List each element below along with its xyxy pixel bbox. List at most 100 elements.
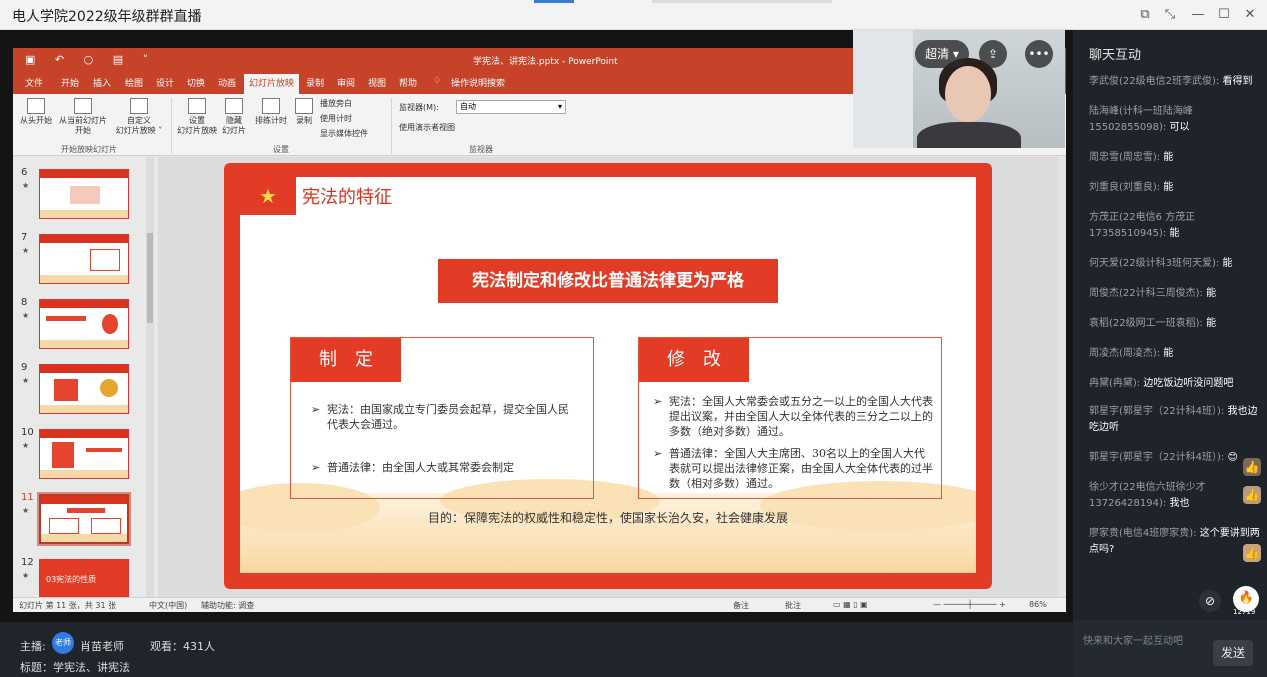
thumbs-up-icon: 👍: [1243, 486, 1261, 504]
link-icon[interactable]: ⊘: [1199, 590, 1221, 612]
quality-selector[interactable]: 超清 ▾: [915, 40, 969, 68]
chat-toolbar: ⊘ 🔥 12719: [1073, 582, 1267, 618]
from-beginning-button[interactable]: 从头开始: [17, 98, 55, 126]
record-icon: [295, 98, 313, 114]
chat-text: 能: [1163, 152, 1174, 163]
setup-slideshow-button[interactable]: 设置 幻灯片放映: [175, 98, 219, 136]
ppt-tab-slideshow[interactable]: 幻灯片放映: [244, 74, 300, 94]
slide-thumbnail-10[interactable]: [39, 429, 129, 479]
live-video-stage: ▣ ↶ ○ ▤ ˅ 学宪法、讲宪法.pptx - PowerPoint 文件 开…: [0, 30, 1073, 622]
slideshow-icon: [27, 98, 45, 114]
chat-input-placeholder[interactable]: 快来和大家一起互动吧: [1083, 632, 1183, 647]
chat-message: 李武俊(22级电信2班李武俊): 看得到: [1089, 74, 1261, 90]
rehearse-timings-button[interactable]: 排练计时: [253, 98, 289, 126]
ppt-tab-home[interactable]: 开始: [61, 76, 79, 89]
slide-thumbnail-9[interactable]: [39, 364, 129, 414]
close-button[interactable]: ✕: [1240, 5, 1260, 25]
rehearse-label: 排练计时: [255, 116, 287, 125]
ppt-tab-file[interactable]: 文件: [25, 76, 43, 89]
enactment-item-1-text: 宪法：由国家成立专门委员会起草，提交全国人民代表大会通过。: [327, 403, 569, 431]
thumb-star: ★: [22, 311, 30, 320]
ppt-tab-review[interactable]: 审阅: [337, 76, 355, 89]
notes-button[interactable]: 备注: [733, 600, 749, 611]
chat-panel: 聊天互动 李武俊(22级电信2班李武俊): 看得到 陆海峰(计科一班陆海峰155…: [1073, 30, 1267, 677]
play-narrations-checkbox[interactable]: ✓播放旁白: [320, 98, 352, 266]
chat-message: 何天爱(22级计科3班何天爱): 能: [1089, 256, 1261, 272]
zoom-level[interactable]: 86%: [1029, 600, 1047, 609]
minimize-button[interactable]: —: [1188, 5, 1208, 25]
zoom-slider[interactable]: — ─────┼───── +: [933, 600, 1006, 609]
ppt-tab-insert[interactable]: 插入: [93, 76, 111, 89]
slide-thumbnail-8[interactable]: [39, 299, 129, 349]
chat-user: 李武俊(22级电信2班李武俊):: [1089, 76, 1220, 87]
host-avatar[interactable]: 老师: [52, 632, 74, 654]
chat-user: 郭星宇(郭星宇（22计科4班）):: [1089, 406, 1225, 417]
stream-info-bar: 主播: 老师 肖苗老师 观看：431人 标题：学宪法、讲宪法: [0, 622, 1073, 677]
presenter-view-checkbox[interactable]: 使用演示者视图: [399, 122, 455, 290]
chat-text: 可以: [1169, 122, 1190, 133]
host-name: 肖苗老师: [80, 640, 124, 653]
chat-text: 边吃饭边听没问题吧: [1143, 378, 1234, 389]
chat-user: 周凌杰(周凌杰):: [1089, 348, 1161, 359]
maximize-button[interactable]: ☐: [1214, 5, 1234, 25]
current-slide: ★ 宪法的特征 宪法制定和修改比普通法律更为严格 制定 ➢ 宪法：由国家成立专门委…: [224, 163, 992, 589]
language-status: 中文(中国): [149, 601, 188, 610]
thumb-block: [46, 316, 86, 321]
hide-slide-button[interactable]: 隐藏 幻灯片: [219, 98, 249, 136]
presenter-body: [917, 122, 1021, 148]
scroll-thumb[interactable]: [147, 233, 153, 323]
shrink-icon[interactable]: ⤡: [1160, 5, 1180, 25]
slide-editor: ★ 宪法的特征 宪法制定和修改比普通法律更为严格 制定 ➢ 宪法：由国家成立专门委…: [158, 157, 1066, 597]
custom-slideshow-button[interactable]: 自定义 幻灯片放映 ˅: [113, 98, 165, 136]
comments-button[interactable]: 批注: [785, 600, 801, 611]
thumb-number: 6: [21, 167, 28, 178]
show-media-controls-checkbox[interactable]: ✓显示媒体控件: [320, 128, 368, 296]
thumb-number: 11: [21, 492, 34, 503]
group-start-slideshow: 开始放映幻灯片: [61, 145, 117, 154]
slide-thumbnail-11-selected[interactable]: [39, 494, 129, 544]
restore-window-icon[interactable]: ⧉: [1135, 5, 1155, 25]
send-button[interactable]: 发送: [1213, 640, 1253, 666]
use-timings-checkbox[interactable]: ✓使用计时: [320, 113, 352, 281]
enactment-box: 制定 ➢ 宪法：由国家成立专门委员会起草，提交全国人民代表大会通过。 ➢ 普通法律：…: [290, 337, 594, 499]
thumb-foot: [40, 210, 128, 218]
ppt-tab-draw[interactable]: 绘图: [125, 76, 143, 89]
share-icon[interactable]: ⇪: [979, 40, 1007, 68]
app-title: 电人学院2022级年级群群直播: [12, 9, 202, 25]
chat-text: 能: [1163, 348, 1174, 359]
chat-message: 周俊杰(22计科三周俊杰): 能: [1089, 286, 1261, 302]
thumbs-up-icon: 👍: [1243, 458, 1261, 476]
record-button[interactable]: 录制: [291, 98, 317, 126]
thumb-foot: [40, 340, 128, 348]
ppt-tab-help[interactable]: 帮助: [399, 76, 417, 89]
flame-icon: 🔥: [1238, 590, 1254, 604]
thumb-block: [90, 249, 120, 271]
editor-scrollbar[interactable]: [1058, 157, 1066, 597]
host-label: 主播:: [20, 640, 46, 653]
thumbnails-scrollbar[interactable]: [146, 157, 154, 597]
thumb-star: ★: [22, 376, 30, 385]
thumb-star: ★: [22, 506, 30, 515]
ppt-tab-view[interactable]: 视图: [368, 76, 386, 89]
chat-message: 郭星宇(郭星宇（22计科4班）): 我也边吃边听: [1089, 404, 1261, 436]
star-icon: ★: [240, 177, 296, 215]
title-bar-indicator-secondary: [652, 0, 832, 3]
chat-text: 能: [1222, 258, 1233, 269]
ppt-tab-animations[interactable]: 动画: [218, 76, 236, 89]
ppt-tell-me-search[interactable]: 操作说明搜索: [451, 76, 505, 89]
like-count: 12719: [1233, 608, 1256, 616]
view-buttons[interactable]: ▭ ▦ ▯ ▣: [833, 600, 868, 609]
from-current-slide-button[interactable]: 从当前幻灯片 开始: [55, 98, 111, 136]
ppt-tab-record[interactable]: 录制: [306, 76, 324, 89]
thumb-number: 7: [21, 232, 28, 243]
slide-thumbnail-6[interactable]: [39, 169, 129, 219]
chat-text: 😊: [1227, 452, 1238, 463]
more-button[interactable]: •••: [1025, 40, 1053, 68]
slide-thumbnail-7[interactable]: [39, 234, 129, 284]
ppt-tab-transitions[interactable]: 切换: [187, 76, 205, 89]
monitor-select[interactable]: 自动 ▾: [456, 100, 566, 114]
accessibility-status[interactable]: 辅助功能: 调查: [201, 600, 254, 611]
chat-message: 周忠雪(周忠雪): 能: [1089, 150, 1261, 166]
ppt-tab-design[interactable]: 设计: [156, 76, 174, 89]
enactment-item-ordinary: ➢ 普通法律：由全国人大或其常委会制定: [311, 460, 577, 475]
